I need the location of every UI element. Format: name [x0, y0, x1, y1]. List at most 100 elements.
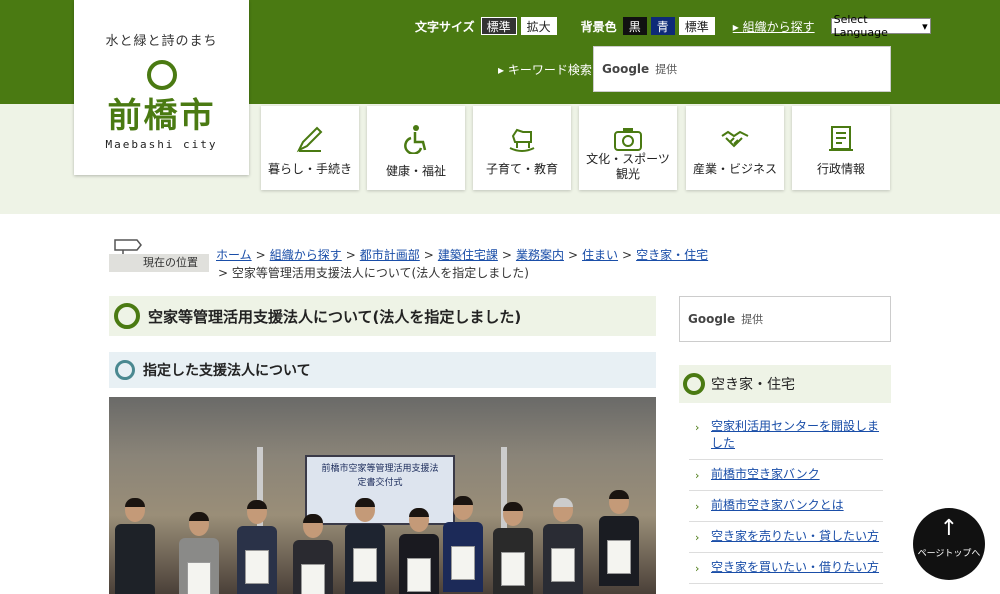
person — [237, 500, 277, 594]
person — [179, 512, 219, 594]
breadcrumb-link[interactable]: ホーム — [216, 248, 252, 262]
google-provided: Google 提供 — [688, 311, 763, 327]
rocking-horse-icon — [509, 128, 535, 152]
photo-screen-line1: 前橋市空家等管理活用支援法 — [321, 464, 439, 474]
logo-tagline: 水と緑と詩のまち — [105, 34, 218, 49]
page-title: 空家等管理活用支援法人について(法人を指定しました) — [148, 307, 522, 326]
bg-standard-button[interactable]: 標準 — [678, 17, 715, 35]
breadcrumb-signpost: 現在の位置 — [109, 236, 209, 272]
sidebar-link[interactable]: 空き家を買いたい・借りたい方 — [711, 560, 879, 574]
nav-tile-health[interactable]: 健康・福祉 — [367, 106, 465, 190]
sidebar-link[interactable]: 前橋市空き家バンクとは — [711, 498, 844, 512]
sidebar-heading-bar: 空き家・住宅 — [679, 365, 891, 403]
org-search-link[interactable]: ▸ 組織から探す — [733, 18, 815, 35]
ring-icon — [683, 373, 705, 395]
sidebar-item[interactable]: › 空家利活用センターを開設しました — [689, 412, 883, 460]
google-provided: Google 提供 — [602, 61, 677, 77]
site-logo[interactable]: 水と緑と詩のまち 前橋市 Maebashi city — [74, 0, 249, 175]
chevron-right-icon: › — [695, 469, 700, 482]
breadcrumb-link[interactable]: 建築住宅課 — [438, 248, 498, 262]
chevron-right-icon: › — [695, 500, 700, 513]
breadcrumb-here-label: 現在の位置 — [109, 254, 209, 272]
person — [399, 508, 439, 594]
nav-tile-business[interactable]: 産業・ビジネス — [686, 106, 784, 190]
font-size-label: 文字サイズ — [415, 19, 475, 34]
ceremony-photo: 前橋市空家等管理活用支援法 定書交付式 — [109, 397, 656, 594]
chevron-down-icon: ▾ — [922, 19, 928, 33]
handshake-icon — [721, 130, 749, 148]
google-logo: Google — [688, 312, 736, 326]
person — [443, 496, 483, 594]
google-logo: Google — [602, 62, 650, 76]
nav-tile-administration[interactable]: 行政情報 — [792, 106, 890, 190]
logo-roman: Maebashi city — [105, 138, 218, 151]
language-select-value: Select Language — [833, 13, 888, 39]
font-standard-button[interactable]: 標準 — [480, 17, 517, 35]
breadcrumb-link[interactable]: 都市計画部 — [360, 248, 420, 262]
ring-icon — [115, 360, 135, 380]
sidebar-link[interactable]: 前橋市空き家バンク — [711, 467, 820, 481]
nav-label: 子育て・教育 — [485, 162, 558, 176]
person — [543, 498, 583, 594]
sidebar-search-input[interactable]: Google 提供 — [679, 296, 891, 342]
chevron-right-icon: › — [695, 421, 700, 434]
camera-icon — [614, 128, 642, 151]
nav-label: 健康・福祉 — [385, 164, 446, 178]
person — [115, 498, 155, 594]
nav-tile-culture[interactable]: 文化・スポーツ 観光 — [579, 106, 677, 190]
bg-color-label: 背景色 — [580, 19, 617, 34]
person — [493, 502, 533, 594]
ring-icon — [114, 303, 140, 329]
chevron-right-icon: › — [695, 531, 700, 544]
document-icon — [829, 126, 853, 151]
logo-circle-icon — [147, 60, 177, 90]
chevron-right-icon: › — [695, 562, 700, 575]
sidebar-link[interactable]: 空家利活用センターを開設しました — [711, 419, 879, 450]
photo-screen-line2: 定書交付式 — [357, 478, 403, 488]
bg-blue-button[interactable]: 青 — [650, 17, 675, 35]
person — [293, 514, 333, 594]
sidebar-link[interactable]: 空き家を売りたい・貸したい方 — [711, 529, 879, 543]
org-search-link-text: 組織から探す — [742, 19, 815, 34]
provided-text: 提供 — [741, 313, 764, 326]
person — [599, 490, 639, 594]
page-title-bar: 空家等管理活用支援法人について(法人を指定しました) — [109, 296, 656, 336]
breadcrumb-link[interactable]: 業務案内 — [516, 248, 564, 262]
nav-label-line1: 文化・スポーツ — [586, 152, 670, 166]
logo-kanji: 前橋市 — [107, 96, 216, 136]
sidebar-item[interactable]: › 空き家を売りたい・貸したい方 — [689, 522, 883, 553]
person — [345, 498, 385, 594]
keyword-search-label: ▸ キーワード検索 — [498, 63, 592, 77]
wheelchair-icon — [404, 125, 427, 154]
provided-text: 提供 — [655, 63, 678, 76]
breadcrumb-link[interactable]: 空き家・住宅 — [636, 248, 708, 262]
bg-black-button[interactable]: 黒 — [622, 17, 647, 35]
breadcrumb-link[interactable]: 住まい — [582, 248, 618, 262]
nav-label: 暮らし・手続き — [267, 162, 352, 176]
keyword-search-input[interactable]: Google 提供 — [593, 46, 891, 92]
sidebar-heading: 空き家・住宅 — [711, 377, 795, 393]
nav-tile-living[interactable]: 暮らし・手続き — [261, 106, 359, 190]
sidebar-item[interactable]: › 前橋市空き家バンクとは — [689, 491, 883, 522]
breadcrumb-current: > 空家等管理活用支援法人について(法人を指定しました) — [218, 266, 529, 280]
nav-label: 産業・ビジネス — [692, 162, 777, 176]
nav-label-line2: 観光 — [615, 167, 640, 181]
breadcrumb-current-text: 空家等管理活用支援法人について(法人を指定しました) — [231, 266, 529, 280]
sidebar-item[interactable]: › 空き家を買いたい・借りたい方 — [689, 553, 883, 584]
sidebar-list: › 空家利活用センターを開設しました › 前橋市空き家バンク › 前橋市空き家バンクと… — [689, 412, 883, 584]
breadcrumb: ホーム > 組織から探す > 都市計画部 > 建築住宅課 > 業務案内 > 住まい > 空き家・住宅 — [216, 248, 709, 262]
font-large-button[interactable]: 拡大 — [520, 17, 557, 35]
nav-tile-childcare[interactable]: 子育て・教育 — [473, 106, 571, 190]
nav-label: 行政情報 — [816, 162, 865, 176]
page-top-label: ページトップへ — [917, 549, 981, 559]
section-heading: 指定した支援法人について — [143, 363, 311, 379]
keyword-search-label-text: キーワード検索 — [507, 63, 592, 77]
section-heading-bar: 指定した支援法人について — [109, 352, 656, 388]
utility-row: 文字サイズ 標準 拡大 背景色 黒 青 標準 ▸ 組織から探す Select L… — [415, 13, 931, 39]
breadcrumb-link[interactable]: 組織から探す — [270, 248, 342, 262]
sidebar-item[interactable]: › 前橋市空き家バンク — [689, 460, 883, 491]
pen-icon — [296, 126, 323, 153]
arrow-up-icon: ↑ — [939, 516, 959, 541]
language-select[interactable]: Select Language ▾ — [830, 13, 931, 39]
page-top-button[interactable]: ↑ ページトップへ — [913, 508, 985, 580]
